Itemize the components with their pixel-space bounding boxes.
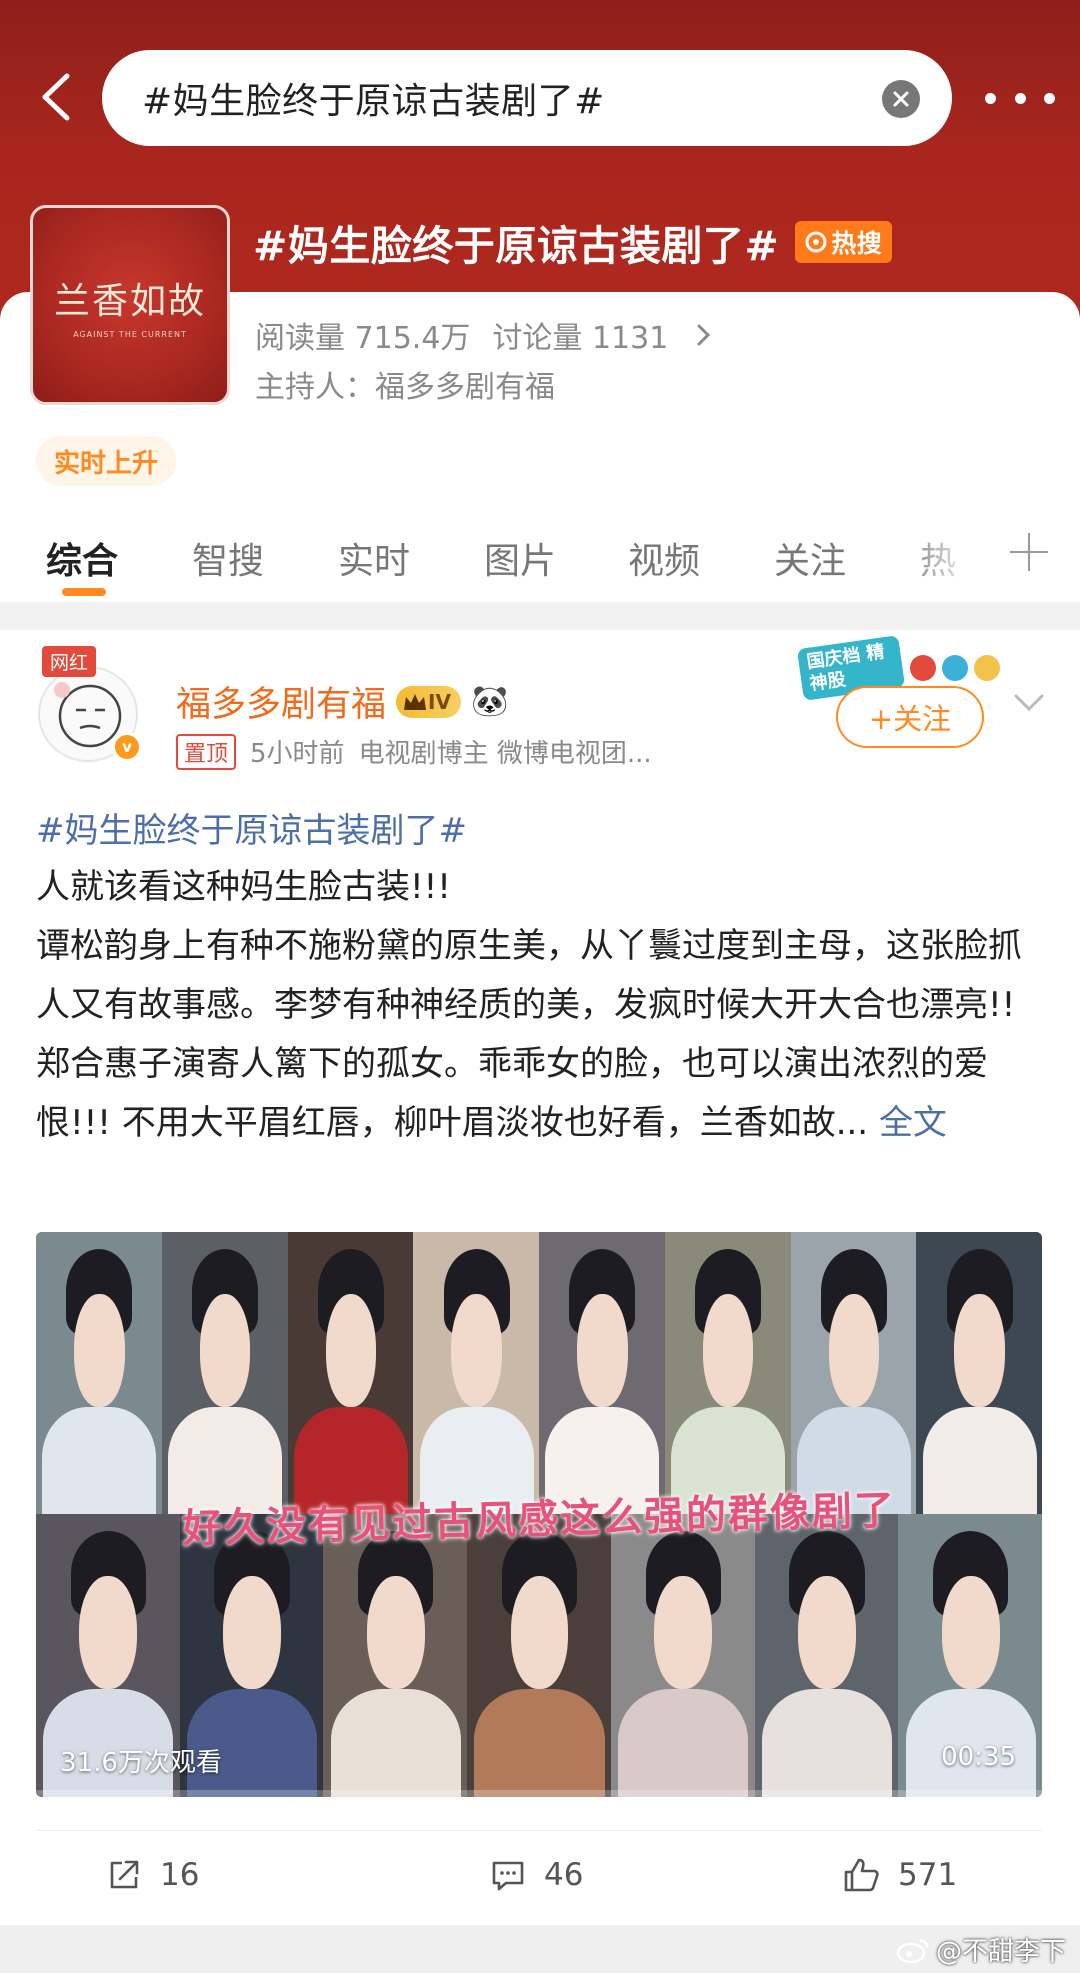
tab-images[interactable]: 图片 xyxy=(484,532,556,584)
more-dot-icon xyxy=(985,92,996,104)
comment-button[interactable]: 46 xyxy=(490,1857,583,1893)
video-frame-portrait xyxy=(916,1232,1042,1514)
video-frame-portrait xyxy=(610,1514,756,1797)
watermark: @不甜李下 xyxy=(896,1931,1066,1968)
video-frame-portrait xyxy=(664,1232,792,1514)
read-more-link[interactable]: 全文 xyxy=(879,1103,947,1143)
video-view-count: 31.6万次观看 xyxy=(60,1748,222,1778)
topic-stats[interactable]: 阅读量 715.4万 讨论量 1131 xyxy=(255,313,712,357)
event-decoration-icon xyxy=(910,655,936,681)
post-time: 5小时前 xyxy=(250,739,345,769)
video-frame-portrait xyxy=(161,1232,289,1514)
poster-subtitle: AGAINST THE CURRENT xyxy=(73,329,187,339)
like-count: 571 xyxy=(898,1857,958,1893)
more-dot-icon xyxy=(1014,92,1026,104)
chevron-right-icon xyxy=(697,324,711,346)
topic-poster[interactable]: 兰香如故 AGAINST THE CURRENT xyxy=(30,205,230,405)
chevron-down-icon[interactable] xyxy=(1012,686,1046,720)
video-frame-portrait xyxy=(323,1514,469,1797)
video-frame-portrait xyxy=(467,1514,612,1797)
crown-icon xyxy=(404,693,427,710)
video-frame-portrait xyxy=(287,1232,415,1514)
chevron-left-icon xyxy=(42,73,70,121)
post-hashtag[interactable]: #妈生脸终于原谅古装剧了# xyxy=(36,803,467,852)
search-query[interactable]: #妈生脸终于原谅古装剧了# xyxy=(142,72,605,124)
video-frame-portrait xyxy=(790,1232,918,1514)
tab-videos[interactable]: 视频 xyxy=(628,532,700,584)
topic-title: #妈生脸终于原谅古装剧了# 热搜 xyxy=(253,212,893,272)
follow-button[interactable]: +关注 xyxy=(836,686,984,748)
post-body-text: 人就该看这种妈生脸古装!!! 谭松韵身上有种不施粉黛的原生美，从丫鬟过度到主母，这… xyxy=(36,867,1022,1143)
plus-icon[interactable] xyxy=(1010,533,1048,571)
post-meta: 置顶 5小时前 电视剧博主 微博电视团... xyxy=(176,733,652,770)
tab-fade-overlay xyxy=(900,520,990,590)
repost-count: 16 xyxy=(160,1857,200,1893)
tab-comprehensive[interactable]: 综合 xyxy=(46,532,118,584)
thumbs-up-icon xyxy=(844,1858,879,1892)
vip-badge[interactable]: IV xyxy=(396,685,461,718)
discussion-count: 讨论量 1131 xyxy=(492,321,669,356)
close-icon xyxy=(893,91,909,107)
video-frame-portrait xyxy=(754,1514,900,1797)
topic-host[interactable]: 主持人：福多多剧有福 xyxy=(255,362,555,406)
poster-title: 兰香如故 xyxy=(53,280,206,322)
username-row: 福多多剧有福 IV 🐼 xyxy=(176,676,508,727)
weibo-logo-icon xyxy=(896,1938,929,1963)
active-tab-indicator xyxy=(62,588,106,596)
comment-icon xyxy=(492,1861,524,1891)
post-body: 人就该看这种妈生脸古装!!! 谭松韵身上有种不施粉黛的原生美，从丫鬟过度到主母，这… xyxy=(36,858,1046,1153)
avatar-tag: 网红 xyxy=(42,646,97,677)
panda-icon: 🐼 xyxy=(470,684,509,719)
flame-icon xyxy=(805,231,827,253)
like-button[interactable]: 571 xyxy=(842,1857,957,1893)
hot-search-badge: 热搜 xyxy=(795,221,893,263)
event-decoration-icon xyxy=(974,655,1000,681)
video-frame-portrait xyxy=(539,1232,666,1514)
author-description: 电视剧博主 微博电视团... xyxy=(358,739,652,769)
action-bar: 16 46 571 xyxy=(36,1830,1042,1920)
search-bar[interactable]: #妈生脸终于原谅古装剧了# xyxy=(102,50,952,146)
rising-tag: 实时上升 xyxy=(36,436,177,486)
verified-icon: v xyxy=(112,732,142,762)
tab-following[interactable]: 关注 xyxy=(774,532,846,584)
weibo-post-card: 网红 v 福多多剧有福 IV 🐼 置顶 5小时前 电视剧博主 微博电视团... … xyxy=(0,630,1080,1925)
username[interactable]: 福多多剧有福 xyxy=(176,676,386,727)
more-dot-icon xyxy=(1044,92,1055,104)
tab-realtime[interactable]: 实时 xyxy=(338,532,410,584)
repost-button[interactable]: 16 xyxy=(106,1857,199,1893)
comment-count: 46 xyxy=(544,1857,584,1893)
tab-smart-search[interactable]: 智搜 xyxy=(192,532,264,584)
back-button[interactable] xyxy=(22,62,92,132)
share-icon xyxy=(110,1860,139,1889)
video-player[interactable]: 好久没有见过古风感这么强的群像剧了 31.6万次观看 00:35 xyxy=(36,1232,1042,1797)
pinned-tag: 置顶 xyxy=(176,733,237,770)
avatar[interactable]: 网红 v xyxy=(34,646,144,764)
video-frame-portrait xyxy=(36,1232,163,1514)
clear-icon[interactable] xyxy=(882,80,920,118)
read-count: 阅读量 715.4万 xyxy=(255,321,471,356)
video-frame-portrait xyxy=(413,1232,540,1514)
more-options-button[interactable] xyxy=(985,82,1055,114)
video-duration: 00:35 xyxy=(941,1742,1016,1772)
video-progress-bar[interactable] xyxy=(36,1790,1042,1797)
event-decoration-icon xyxy=(942,655,968,681)
